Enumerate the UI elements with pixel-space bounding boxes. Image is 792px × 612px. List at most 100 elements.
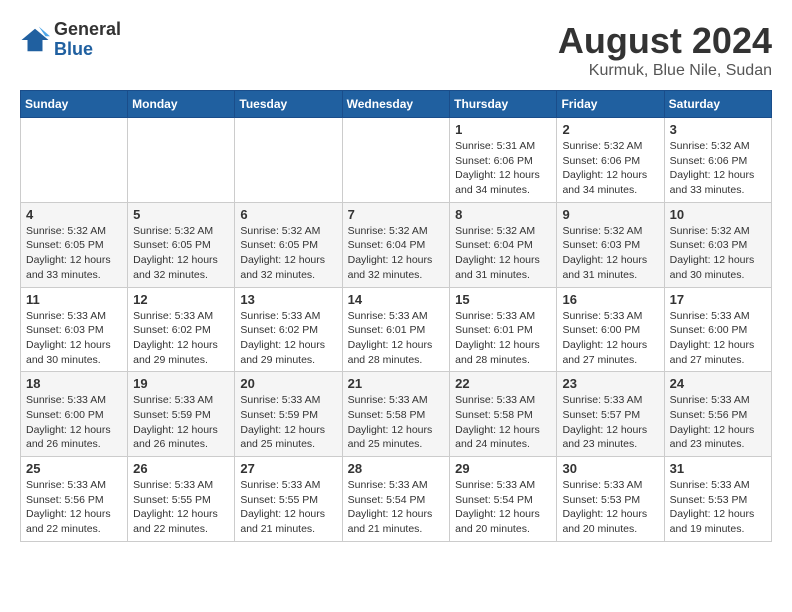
day-info: Sunrise: 5:33 AM Sunset: 6:03 PM Dayligh… [26, 309, 122, 368]
day-info: Sunrise: 5:31 AM Sunset: 6:06 PM Dayligh… [455, 139, 551, 198]
day-number: 4 [26, 207, 122, 222]
day-info: Sunrise: 5:33 AM Sunset: 6:01 PM Dayligh… [348, 309, 445, 368]
calendar-cell: 5Sunrise: 5:32 AM Sunset: 6:05 PM Daylig… [128, 202, 235, 287]
day-number: 11 [26, 292, 122, 307]
calendar-cell [21, 118, 128, 203]
day-number: 19 [133, 376, 229, 391]
day-info: Sunrise: 5:33 AM Sunset: 5:59 PM Dayligh… [240, 393, 336, 452]
day-info: Sunrise: 5:32 AM Sunset: 6:03 PM Dayligh… [562, 224, 658, 283]
title-block: August 2024 Kurmuk, Blue Nile, Sudan [558, 20, 772, 80]
calendar-cell: 19 Sunrise: 5:33 AM Sunset: 5:59 PM Dayli… [128, 372, 235, 457]
calendar-subtitle: Kurmuk, Blue Nile, Sudan [558, 62, 772, 80]
day-number: 30 [562, 461, 658, 476]
day-number: 18 [26, 376, 122, 391]
day-info: Sunrise: 5:33 AM Sunset: 5:58 PM Dayligh… [348, 393, 445, 452]
day-info: Sunrise: 5:33 AM Sunset: 6:00 PM Dayligh… [670, 309, 766, 368]
day-number: 20 [240, 376, 336, 391]
calendar-cell: 9 Sunrise: 5:32 AM Sunset: 6:03 PM Daylig… [557, 202, 664, 287]
calendar-cell: 30 Sunrise: 5:33 AM Sunset: 5:53 PM Dayli… [557, 457, 664, 542]
day-info: Sunrise: 5:33 AM Sunset: 6:00 PM Dayligh… [26, 393, 122, 452]
day-info: Sunrise: 5:33 AM Sunset: 5:57 PM Dayligh… [562, 393, 658, 452]
day-info: Sunrise: 5:33 AM Sunset: 6:02 PM Dayligh… [240, 309, 336, 368]
calendar-cell: 26 Sunrise: 5:33 AM Sunset: 5:55 PM Dayli… [128, 457, 235, 542]
calendar-cell: 2 Sunrise: 5:32 AM Sunset: 6:06 PM Daylig… [557, 118, 664, 203]
day-number: 17 [670, 292, 766, 307]
day-info: Sunrise: 5:33 AM Sunset: 5:54 PM Dayligh… [348, 478, 445, 537]
day-info: Sunrise: 5:32 AM Sunset: 6:06 PM Dayligh… [562, 139, 658, 198]
calendar-cell: 1 Sunrise: 5:31 AM Sunset: 6:06 PM Daylig… [450, 118, 557, 203]
day-number: 5 [133, 207, 229, 222]
logo-icon [20, 25, 50, 55]
day-info: Sunrise: 5:33 AM Sunset: 5:55 PM Dayligh… [240, 478, 336, 537]
day-number: 14 [348, 292, 445, 307]
day-number: 1 [455, 122, 551, 137]
calendar-cell: 24 Sunrise: 5:33 AM Sunset: 5:56 PM Dayli… [664, 372, 771, 457]
calendar-cell: 10 Sunrise: 5:32 AM Sunset: 6:03 PM Dayli… [664, 202, 771, 287]
day-number: 23 [562, 376, 658, 391]
day-info: Sunrise: 5:33 AM Sunset: 5:53 PM Dayligh… [670, 478, 766, 537]
header-monday: Monday [128, 91, 235, 118]
day-number: 10 [670, 207, 766, 222]
day-info: Sunrise: 5:33 AM Sunset: 5:55 PM Dayligh… [133, 478, 229, 537]
calendar-week-row: 1 Sunrise: 5:31 AM Sunset: 6:06 PM Daylig… [21, 118, 772, 203]
day-number: 13 [240, 292, 336, 307]
day-number: 2 [562, 122, 658, 137]
calendar-cell: 14 Sunrise: 5:33 AM Sunset: 6:01 PM Dayli… [342, 287, 450, 372]
calendar-cell [128, 118, 235, 203]
day-info: Sunrise: 5:33 AM Sunset: 5:59 PM Dayligh… [133, 393, 229, 452]
calendar-cell: 22 Sunrise: 5:33 AM Sunset: 5:58 PM Dayli… [450, 372, 557, 457]
day-info: Sunrise: 5:33 AM Sunset: 5:53 PM Dayligh… [562, 478, 658, 537]
calendar-cell: 17 Sunrise: 5:33 AM Sunset: 6:00 PM Dayli… [664, 287, 771, 372]
calendar-title: August 2024 [558, 20, 772, 62]
calendar-cell: 6 Sunrise: 5:32 AM Sunset: 6:05 PM Daylig… [235, 202, 342, 287]
day-info: Sunrise: 5:33 AM Sunset: 5:54 PM Dayligh… [455, 478, 551, 537]
calendar-cell: 16Sunrise: 5:33 AM Sunset: 6:00 PM Dayli… [557, 287, 664, 372]
calendar-cell: 25 Sunrise: 5:33 AM Sunset: 5:56 PM Dayli… [21, 457, 128, 542]
calendar-cell: 12Sunrise: 5:33 AM Sunset: 6:02 PM Dayli… [128, 287, 235, 372]
calendar-week-row: 4 Sunrise: 5:32 AM Sunset: 6:05 PM Daylig… [21, 202, 772, 287]
day-info: Sunrise: 5:33 AM Sunset: 6:02 PM Dayligh… [133, 309, 229, 368]
calendar-week-row: 18 Sunrise: 5:33 AM Sunset: 6:00 PM Dayli… [21, 372, 772, 457]
day-number: 15 [455, 292, 551, 307]
day-number: 26 [133, 461, 229, 476]
day-info: Sunrise: 5:32 AM Sunset: 6:05 PM Dayligh… [240, 224, 336, 283]
day-number: 6 [240, 207, 336, 222]
day-number: 29 [455, 461, 551, 476]
day-info: Sunrise: 5:32 AM Sunset: 6:05 PM Dayligh… [26, 224, 122, 283]
calendar-week-row: 25 Sunrise: 5:33 AM Sunset: 5:56 PM Dayli… [21, 457, 772, 542]
day-number: 25 [26, 461, 122, 476]
day-number: 31 [670, 461, 766, 476]
day-number: 22 [455, 376, 551, 391]
calendar-cell: 18 Sunrise: 5:33 AM Sunset: 6:00 PM Dayli… [21, 372, 128, 457]
calendar-cell: 23 Sunrise: 5:33 AM Sunset: 5:57 PM Dayli… [557, 372, 664, 457]
calendar-cell: 4 Sunrise: 5:32 AM Sunset: 6:05 PM Daylig… [21, 202, 128, 287]
day-info: Sunrise: 5:32 AM Sunset: 6:06 PM Dayligh… [670, 139, 766, 198]
logo-general-text: General [54, 20, 121, 40]
calendar-cell [342, 118, 450, 203]
day-number: 7 [348, 207, 445, 222]
day-info: Sunrise: 5:32 AM Sunset: 6:04 PM Dayligh… [348, 224, 445, 283]
header-wednesday: Wednesday [342, 91, 450, 118]
day-number: 9 [562, 207, 658, 222]
logo-blue-text: Blue [54, 40, 121, 60]
logo: General Blue [20, 20, 121, 60]
day-info: Sunrise: 5:32 AM Sunset: 6:03 PM Dayligh… [670, 224, 766, 283]
header-thursday: Thursday [450, 91, 557, 118]
day-info: Sunrise: 5:32 AM Sunset: 6:04 PM Dayligh… [455, 224, 551, 283]
header-saturday: Saturday [664, 91, 771, 118]
calendar-cell: 21 Sunrise: 5:33 AM Sunset: 5:58 PM Dayli… [342, 372, 450, 457]
calendar-cell [235, 118, 342, 203]
day-info: Sunrise: 5:33 AM Sunset: 5:58 PM Dayligh… [455, 393, 551, 452]
day-number: 24 [670, 376, 766, 391]
day-number: 21 [348, 376, 445, 391]
day-number: 28 [348, 461, 445, 476]
calendar-cell: 31 Sunrise: 5:33 AM Sunset: 5:53 PM Dayli… [664, 457, 771, 542]
calendar-cell: 28 Sunrise: 5:33 AM Sunset: 5:54 PM Dayli… [342, 457, 450, 542]
calendar-cell: 3Sunrise: 5:32 AM Sunset: 6:06 PM Daylig… [664, 118, 771, 203]
day-info: Sunrise: 5:33 AM Sunset: 5:56 PM Dayligh… [26, 478, 122, 537]
header-friday: Friday [557, 91, 664, 118]
calendar-cell: 15Sunrise: 5:33 AM Sunset: 6:01 PM Dayli… [450, 287, 557, 372]
calendar-cell: 7 Sunrise: 5:32 AM Sunset: 6:04 PM Daylig… [342, 202, 450, 287]
day-info: Sunrise: 5:33 AM Sunset: 5:56 PM Dayligh… [670, 393, 766, 452]
day-number: 16 [562, 292, 658, 307]
